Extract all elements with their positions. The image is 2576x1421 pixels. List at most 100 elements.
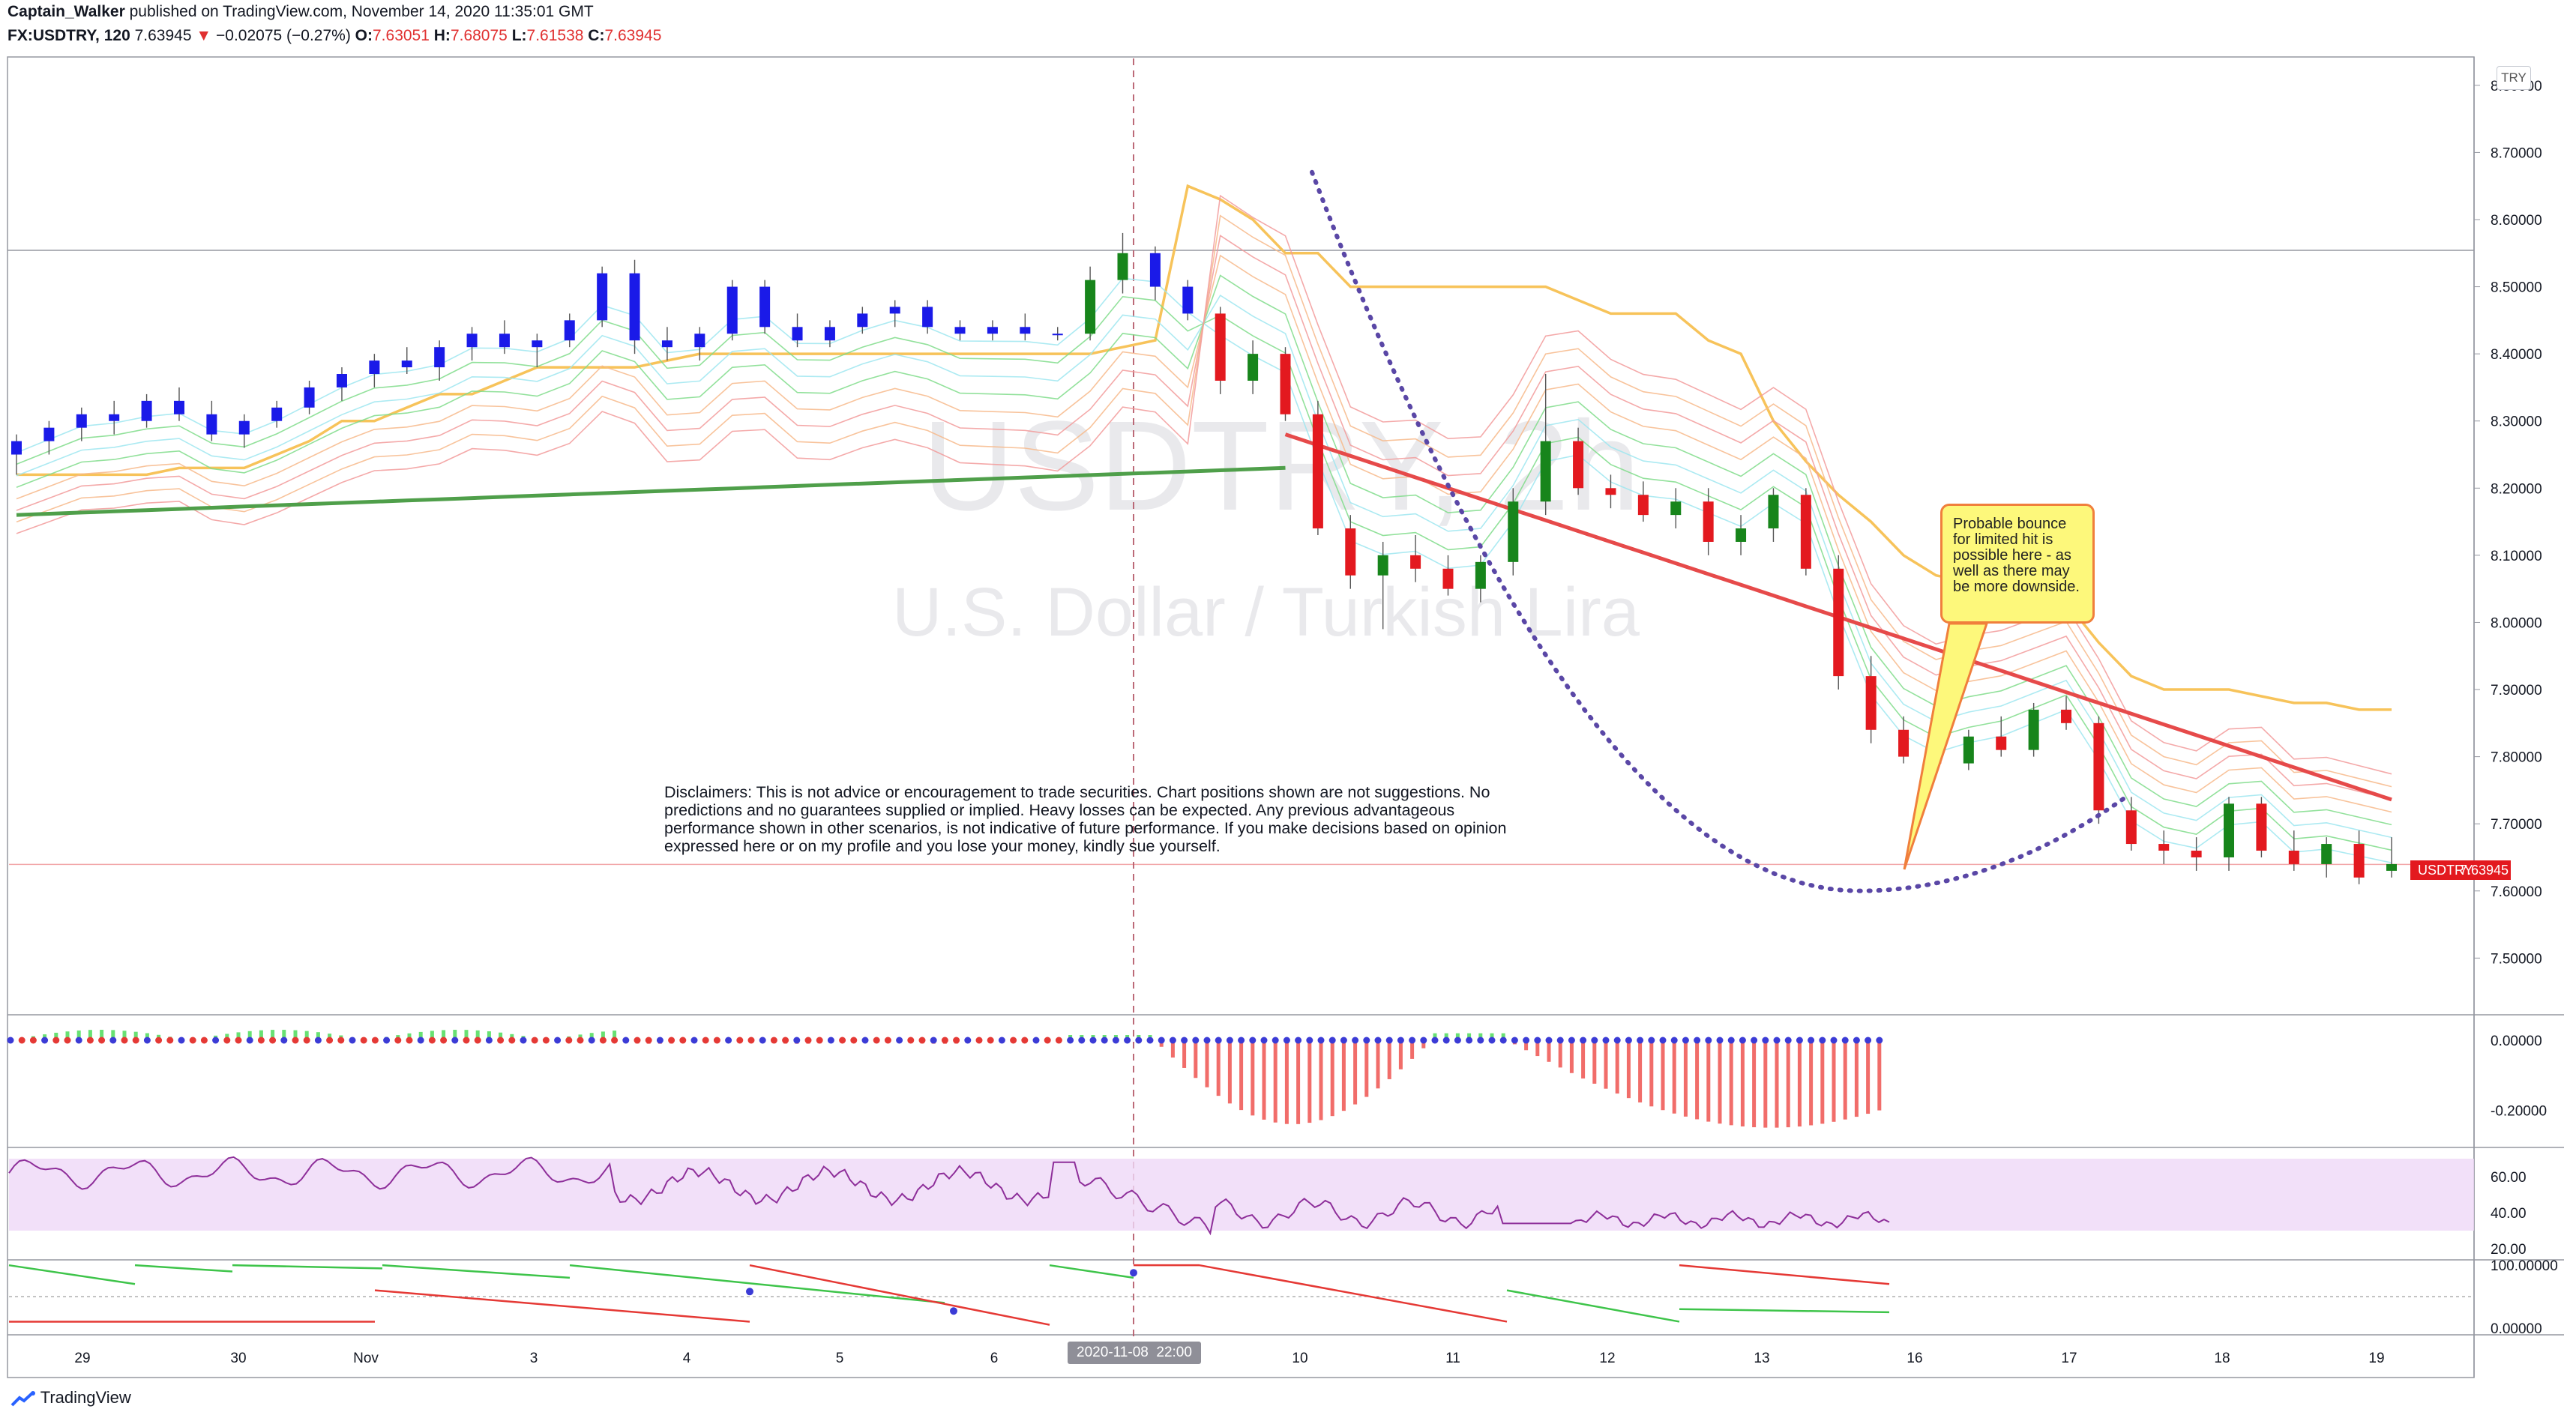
candle-body [1508,501,1519,562]
momentum-dot [1466,1037,1473,1044]
momentum-dot [485,1037,493,1044]
momentum-dot [86,1037,94,1044]
momentum-dot [121,1037,128,1044]
momentum-dot [611,1037,619,1044]
momentum-dot [975,1037,983,1044]
momentum-dot [1420,1037,1427,1044]
candle-body [336,374,347,387]
candle-body [1800,495,1811,569]
momentum-dot [1238,1037,1245,1044]
momentum-bar [1775,1040,1779,1128]
momentum-bar [1740,1040,1745,1126]
momentum-dot [1295,1037,1302,1044]
momentum-dot [839,1037,846,1044]
momentum-bar [1604,1040,1608,1089]
momentum-dot [109,1037,117,1044]
oscillator-tick-label: 40.00 [2491,1206,2527,1222]
momentum-dot [280,1037,288,1044]
momentum-bar [1672,1040,1676,1114]
candle-body [76,414,87,428]
momentum-dot [645,1037,652,1044]
momentum-bar [1683,1040,1688,1117]
momentum-dot [1078,1037,1086,1044]
momentum-bar [1843,1040,1847,1120]
momentum-dot [41,1037,49,1044]
momentum-dot [804,1037,812,1044]
momentum-dot [212,1037,220,1044]
momentum-dot [428,1037,436,1044]
crosshair-date: 2020-11-08 [1077,1345,1149,1360]
candle-body [1312,414,1323,529]
candle-body [954,327,966,334]
momentum-bar [1820,1040,1825,1124]
momentum-dot [759,1037,766,1044]
crosshair-time: 22:00 [1156,1345,1192,1360]
disclaimer-text: Disclaimers: This is not advice or encou… [664,783,1507,855]
time-tick-label: 6 [990,1351,999,1366]
candle-body [597,273,608,321]
momentum-dot [1739,1037,1746,1044]
momentum-dot [1363,1037,1370,1044]
candle-body [206,414,217,435]
candle-body [2158,844,2170,851]
momentum-dot [588,1037,595,1044]
candle-body [2191,851,2202,857]
momentum-dot [1340,1037,1347,1044]
momentum-dot [1181,1037,1188,1044]
momentum-dot [155,1037,163,1044]
momentum-bar [1854,1040,1859,1117]
momentum-bar [1353,1040,1358,1105]
momentum-dot [861,1037,869,1044]
momentum-dot [782,1037,789,1044]
momentum-dot [713,1037,720,1044]
momentum-dot [747,1037,755,1044]
chart-canvas[interactable]: USDTRY, 2hU.S. Dollar / Turkish Lira8.80… [0,0,2576,1421]
momentum-dot [1397,1037,1404,1044]
momentum-bar [1216,1040,1221,1096]
momentum-dot [1226,1037,1233,1044]
momentum-dot [531,1037,538,1044]
momentum-dot [770,1037,777,1044]
momentum-dot [406,1037,413,1044]
candle-body [2093,722,2104,811]
currency-button[interactable]: TRY [2497,66,2531,90]
momentum-bar [1706,1040,1711,1122]
momentum-dot [246,1037,253,1044]
momentum-dot [1010,1037,1017,1044]
momentum-dot [793,1037,801,1044]
aroon-cross-dot [746,1288,753,1296]
callout-pointer [1903,622,1989,870]
time-tick-label: 12 [1599,1351,1615,1366]
momentum-bar [1729,1040,1733,1126]
momentum-dot [1773,1037,1781,1044]
candle-body [2125,810,2137,845]
momentum-dot [884,1037,891,1044]
price-tick-label: 7.70000 [2491,817,2542,833]
momentum-dot [326,1037,334,1044]
momentum-dot [1830,1037,1838,1044]
aroon-tick-label: 100.00000 [2491,1258,2558,1274]
momentum-bar [1797,1040,1802,1127]
candle-body [1215,313,1226,381]
footer-logo[interactable]: TradingView [10,1388,131,1408]
momentum-dot [1385,1037,1393,1044]
momentum-dot [269,1037,277,1044]
momentum-bar [1376,1040,1380,1089]
momentum-dot [7,1037,14,1044]
momentum-bar [1205,1040,1209,1087]
momentum-dot [668,1037,675,1044]
momentum-dot [1431,1037,1439,1044]
momentum-dot [1808,1037,1815,1044]
momentum-dot [1146,1037,1154,1044]
time-tick-label: 3 [530,1351,538,1366]
candle-body [661,340,672,348]
momentum-dot [941,1037,948,1044]
momentum-dot [1727,1037,1735,1044]
momentum-dot [1568,1037,1575,1044]
momentum-dot [1613,1037,1621,1044]
momentum-dot [907,1037,915,1044]
momentum-dot [143,1037,151,1044]
momentum-bar [1194,1040,1198,1078]
momentum-dot [1705,1037,1712,1044]
momentum-dot [1784,1037,1792,1044]
